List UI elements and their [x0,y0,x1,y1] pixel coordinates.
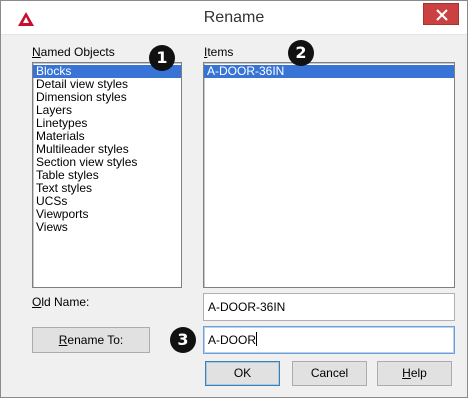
list-item[interactable]: A-DOOR-36IN [204,65,454,78]
title-bar[interactable]: Rename [1,1,467,35]
window-title: Rename [203,9,265,26]
callout-badge-2: 2 [288,40,314,66]
help-button[interactable]: Help [377,361,452,386]
close-button[interactable] [423,3,459,25]
rename-to-button[interactable]: Rename To: [32,327,150,353]
named-objects-label: Named Objects [32,45,115,59]
old-name-label: Old Name: [32,295,90,309]
items-label: Items [204,45,234,59]
callout-badge-1: 1 [149,45,175,71]
text-caret [256,332,257,346]
rename-to-field[interactable]: A-DOOR [203,326,455,354]
named-objects-list[interactable]: Blocks Detail view styles Dimension styles… [32,62,182,288]
old-name-field: A-DOOR-36IN [203,293,455,321]
callout-badge-3: 3 [170,327,196,353]
rename-dialog: Rename Named Objects Blocks Detail view s… [0,0,468,398]
list-item[interactable]: Views [33,221,181,234]
rename-to-value: A-DOOR [208,333,256,347]
items-list[interactable]: A-DOOR-36IN [203,62,455,288]
close-icon [436,9,448,21]
cancel-button[interactable]: Cancel [292,361,367,386]
old-name-value: A-DOOR-36IN [208,300,286,314]
ok-button[interactable]: OK [205,361,280,386]
